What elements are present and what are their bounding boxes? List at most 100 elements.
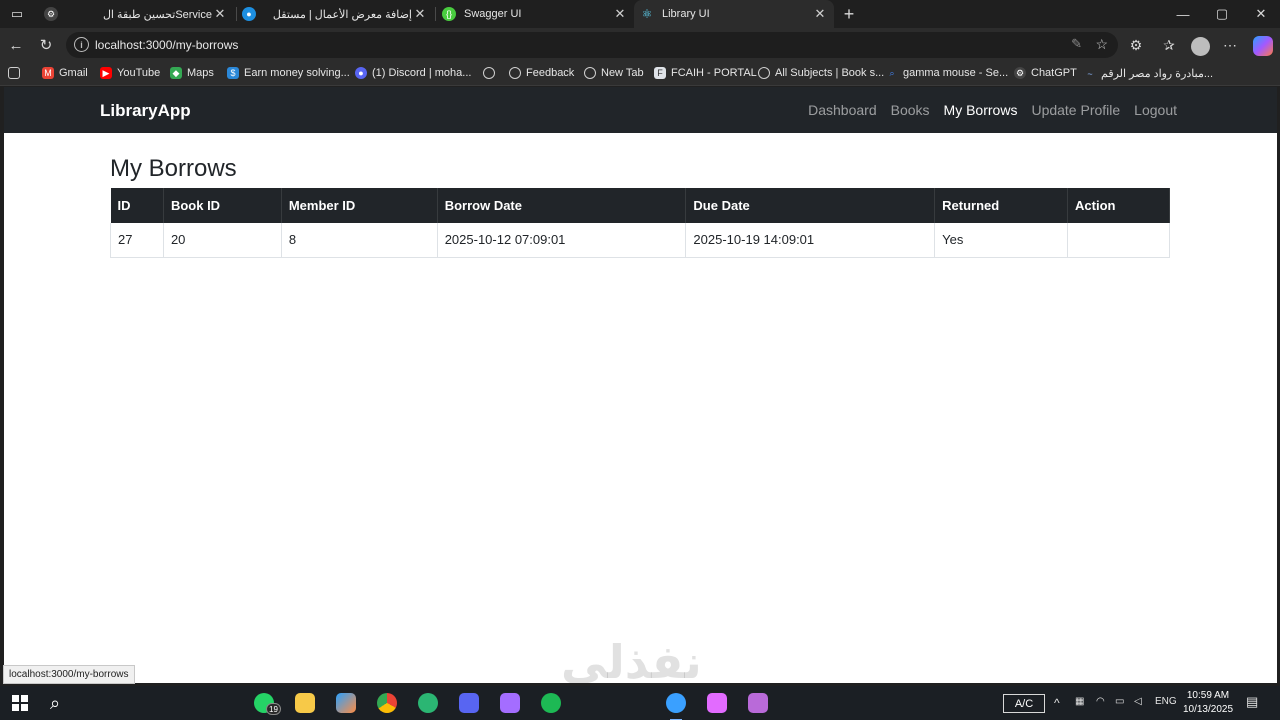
favorites-icon[interactable]: ✰ <box>1158 35 1180 55</box>
react-icon: ⚛ <box>641 7 653 21</box>
nav-update-profile[interactable]: Update Profile <box>1031 102 1120 118</box>
borrows-table: ID Book ID Member ID Borrow Date Due Dat… <box>110 188 1170 258</box>
bookmark-label: ChatGPT <box>1031 67 1077 79</box>
spotify-icon[interactable] <box>541 693 561 713</box>
copilot-app-icon[interactable] <box>336 693 356 713</box>
watermark: نفذلي <box>561 635 702 683</box>
bookmark-label: Gmail <box>59 67 88 79</box>
maps-icon: ◆ <box>170 67 182 79</box>
refresh-icon[interactable]: ↻ <box>34 34 58 56</box>
network-icon[interactable]: ▦ <box>1075 696 1084 707</box>
column-header-book-id: Book ID <box>163 188 282 223</box>
bookmark-label: Maps <box>187 67 214 79</box>
terminal-icon[interactable] <box>748 693 768 713</box>
close-window-icon[interactable]: ✕ <box>1242 0 1280 28</box>
close-icon[interactable]: ✕ <box>212 6 228 22</box>
battery-icon[interactable]: ▭ <box>1115 696 1124 707</box>
cell-returned: Yes <box>934 223 1069 258</box>
more-menu-icon[interactable]: ⋯ <box>1219 35 1241 55</box>
tab-mostaql[interactable]: ● إضافة معرض الأعمال | مستقل ✕ <box>240 0 434 28</box>
language-indicator[interactable]: ENG <box>1155 696 1177 707</box>
address-bar[interactable]: i localhost:3000/my-borrows ✎ ☆ <box>66 32 1118 58</box>
app-icon[interactable] <box>418 693 438 713</box>
visual-studio-icon[interactable] <box>500 693 520 713</box>
site-info-icon[interactable]: i <box>74 37 89 52</box>
app-brand[interactable]: LibraryApp <box>100 101 191 121</box>
cell-borrow-date: 2025-10-12 07:09:01 <box>437 223 687 258</box>
page-title: My Borrows <box>110 155 237 182</box>
globe-icon <box>509 67 521 79</box>
chrome-icon[interactable] <box>377 693 397 713</box>
chevron-up-icon[interactable]: ^ <box>1054 696 1060 710</box>
search-icon: ⌕ <box>889 68 895 78</box>
cell-due-date: 2025-10-19 14:09:01 <box>685 223 936 258</box>
whatsapp-badge: 19 <box>266 703 281 715</box>
tab-library-ui[interactable]: ⚛ Library UI ✕ <box>634 0 834 28</box>
edge-icon[interactable] <box>666 693 686 720</box>
portal-icon: F <box>654 67 666 79</box>
bookmark-label: FCAIH - PORTAL <box>671 67 757 79</box>
nav-books[interactable]: Books <box>891 102 930 118</box>
column-header-borrow-date: Borrow Date <box>437 188 687 223</box>
tab-swagger[interactable]: {} Swagger UI ✕ <box>440 0 634 28</box>
nav-my-borrows[interactable]: My Borrows <box>944 102 1018 118</box>
bookmark-label: All Subjects | Book s... <box>775 67 885 79</box>
search-icon[interactable]: ⌕ <box>50 693 60 714</box>
bookmark-label: مبادرة رواد مصر الرقم... <box>1101 68 1214 80</box>
discord-app-icon[interactable] <box>459 693 479 713</box>
close-icon[interactable]: ✕ <box>812 6 828 22</box>
bookmark-label: New Tab <box>601 67 644 79</box>
bookmark-globe[interactable] <box>483 67 500 79</box>
input-mode-indicator[interactable]: A/C <box>1003 694 1045 713</box>
minimize-icon[interactable]: — <box>1164 0 1202 28</box>
bookmark-earn-money[interactable]: $ Earn money solving... <box>227 67 350 79</box>
extensions-icon[interactable]: ⚙ <box>1125 35 1147 55</box>
nav-logout[interactable]: Logout <box>1134 102 1177 118</box>
close-icon[interactable]: ✕ <box>612 6 628 22</box>
star-icon[interactable]: ☆ <box>1095 36 1108 53</box>
sidebar-toggle-icon[interactable] <box>8 67 25 79</box>
cell-book-id: 20 <box>163 223 282 258</box>
tab-service[interactable]: ⚙ تحسين طبقة الService ✕ <box>40 0 236 28</box>
tab-actions-icon[interactable]: ▭ <box>0 0 34 28</box>
bookmark-all-subjects[interactable]: All Subjects | Book s... <box>758 67 884 79</box>
close-icon[interactable]: ✕ <box>412 6 428 22</box>
table-row: 27 20 8 2025-10-12 07:09:01 2025-10-19 1… <box>110 223 1170 258</box>
taskbar: ⌕ ^ ▦ ◠ ▭ ◁ ENG ▤ <box>0 686 1280 720</box>
new-tab-button[interactable]: + <box>830 0 868 28</box>
maximize-icon[interactable]: ▢ <box>1203 0 1241 28</box>
edit-icon[interactable]: ✎ <box>1071 36 1082 52</box>
bookmark-discord[interactable]: ● (1) Discord | moha... <box>355 67 471 79</box>
earn-icon: $ <box>227 67 239 79</box>
mostaql-icon: ● <box>242 7 256 21</box>
bookmark-chatgpt[interactable]: ⚙ ChatGPT <box>1014 67 1077 79</box>
bookmark-youtube[interactable]: ▶ YouTube <box>100 67 160 79</box>
system-clock[interactable]: 10:59 AM 10/13/2025 <box>1178 689 1238 717</box>
bookmark-fcaih-portal[interactable]: F FCAIH - PORTAL <box>654 67 757 79</box>
tab-title: Library UI <box>662 8 710 20</box>
url-text[interactable]: localhost:3000/my-borrows <box>95 38 238 52</box>
cell-action <box>1067 223 1170 258</box>
clock-date: 10/13/2025 <box>1182 704 1234 715</box>
back-icon[interactable]: ← <box>4 34 28 56</box>
volume-icon[interactable]: ◁ <box>1134 696 1142 707</box>
bookmark-new-tab[interactable]: New Tab <box>584 67 644 79</box>
profile-avatar[interactable] <box>1191 37 1210 56</box>
bookmark-label: YouTube <box>117 67 161 79</box>
bookmark-initiative[interactable]: ~ مبادرة رواد مصر الرقم... <box>1084 67 1213 80</box>
copilot-icon[interactable] <box>1253 36 1273 56</box>
tab-separator <box>236 7 237 21</box>
column-header-action: Action <box>1067 188 1170 223</box>
bookmark-maps[interactable]: ◆ Maps <box>170 67 214 79</box>
file-explorer-icon[interactable] <box>295 693 315 713</box>
bookmark-gamma-mouse[interactable]: ⌕ gamma mouse - Se... <box>886 67 1008 79</box>
bookmark-gmail[interactable]: M Gmail <box>42 67 88 79</box>
bookmark-feedback[interactable]: Feedback <box>509 67 574 79</box>
column-header-member-id: Member ID <box>281 188 438 223</box>
windows-start-icon[interactable] <box>12 695 28 711</box>
nav-dashboard[interactable]: Dashboard <box>808 102 877 118</box>
wifi-icon[interactable]: ◠ <box>1096 696 1105 707</box>
visual-studio-preview-icon[interactable] <box>707 693 727 713</box>
notification-icon[interactable]: ▤ <box>1246 694 1258 710</box>
globe-icon <box>483 67 495 79</box>
